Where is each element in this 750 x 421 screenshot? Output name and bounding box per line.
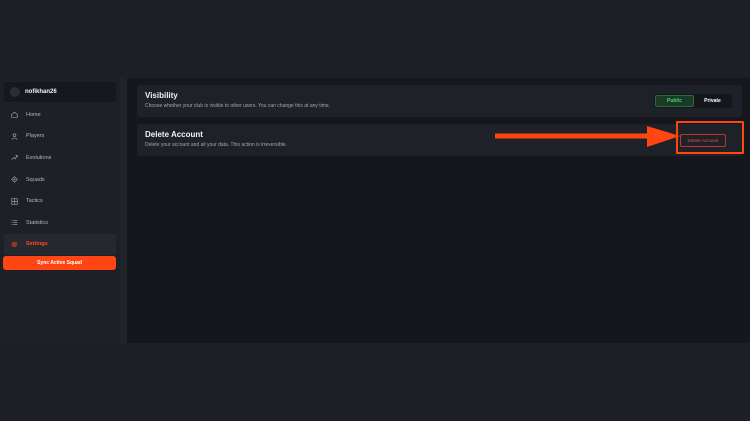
sidebar-item-tactics[interactable]: Tactics: [4, 190, 116, 212]
sidebar: nofikhan26 Home Players Evolutions Squad…: [0, 78, 120, 343]
sidebar-item-evolutions[interactable]: Evolutions: [4, 147, 116, 169]
avatar: [10, 87, 20, 97]
sidebar-item-label: Statistics: [26, 219, 49, 226]
sidebar-item-label: Squads: [26, 176, 45, 183]
app-window: nofikhan26 Home Players Evolutions Squad…: [0, 78, 750, 343]
annotation-highlight-box: [676, 121, 744, 154]
evolution-icon: [10, 153, 19, 162]
private-option[interactable]: Private: [694, 95, 731, 107]
sidebar-item-players[interactable]: Players: [4, 126, 116, 148]
visibility-title: Visibility: [145, 91, 178, 100]
top-backdrop: [0, 0, 750, 78]
visibility-description: Choose whether your club is visible to o…: [145, 103, 331, 109]
username: nofikhan26: [25, 89, 57, 95]
sidebar-item-label: Tactics: [26, 198, 43, 205]
sidebar-nav: Home Players Evolutions Squads Tactics S…: [4, 104, 116, 256]
visibility-card: Visibility Choose whether your club is v…: [137, 85, 742, 117]
sync-active-squad-button[interactable]: Sync Active Squad: [3, 256, 116, 270]
sidebar-item-squads[interactable]: Squads: [4, 169, 116, 191]
settings-panel: Visibility Choose whether your club is v…: [127, 78, 750, 343]
public-option[interactable]: Public: [655, 95, 694, 107]
sidebar-item-label: Settings: [26, 241, 48, 248]
sidebar-item-label: Home: [26, 111, 41, 118]
home-icon: [10, 110, 19, 119]
sidebar-item-home[interactable]: Home: [4, 104, 116, 126]
visibility-toggle: Public Private: [654, 94, 732, 108]
sidebar-item-settings[interactable]: Settings: [4, 233, 116, 256]
list-icon: [10, 218, 19, 227]
sidebar-item-statistics[interactable]: Statistics: [4, 212, 116, 234]
gear-icon: [10, 240, 19, 249]
person-icon: [10, 132, 19, 141]
sidebar-item-label: Players: [26, 133, 45, 140]
squads-icon: [10, 175, 19, 184]
sidebar-item-label: Evolutions: [26, 154, 52, 161]
bottom-backdrop: [0, 343, 750, 421]
user-card[interactable]: nofikhan26: [4, 82, 116, 102]
grid-icon: [10, 197, 19, 206]
annotation-arrow: [495, 126, 680, 147]
